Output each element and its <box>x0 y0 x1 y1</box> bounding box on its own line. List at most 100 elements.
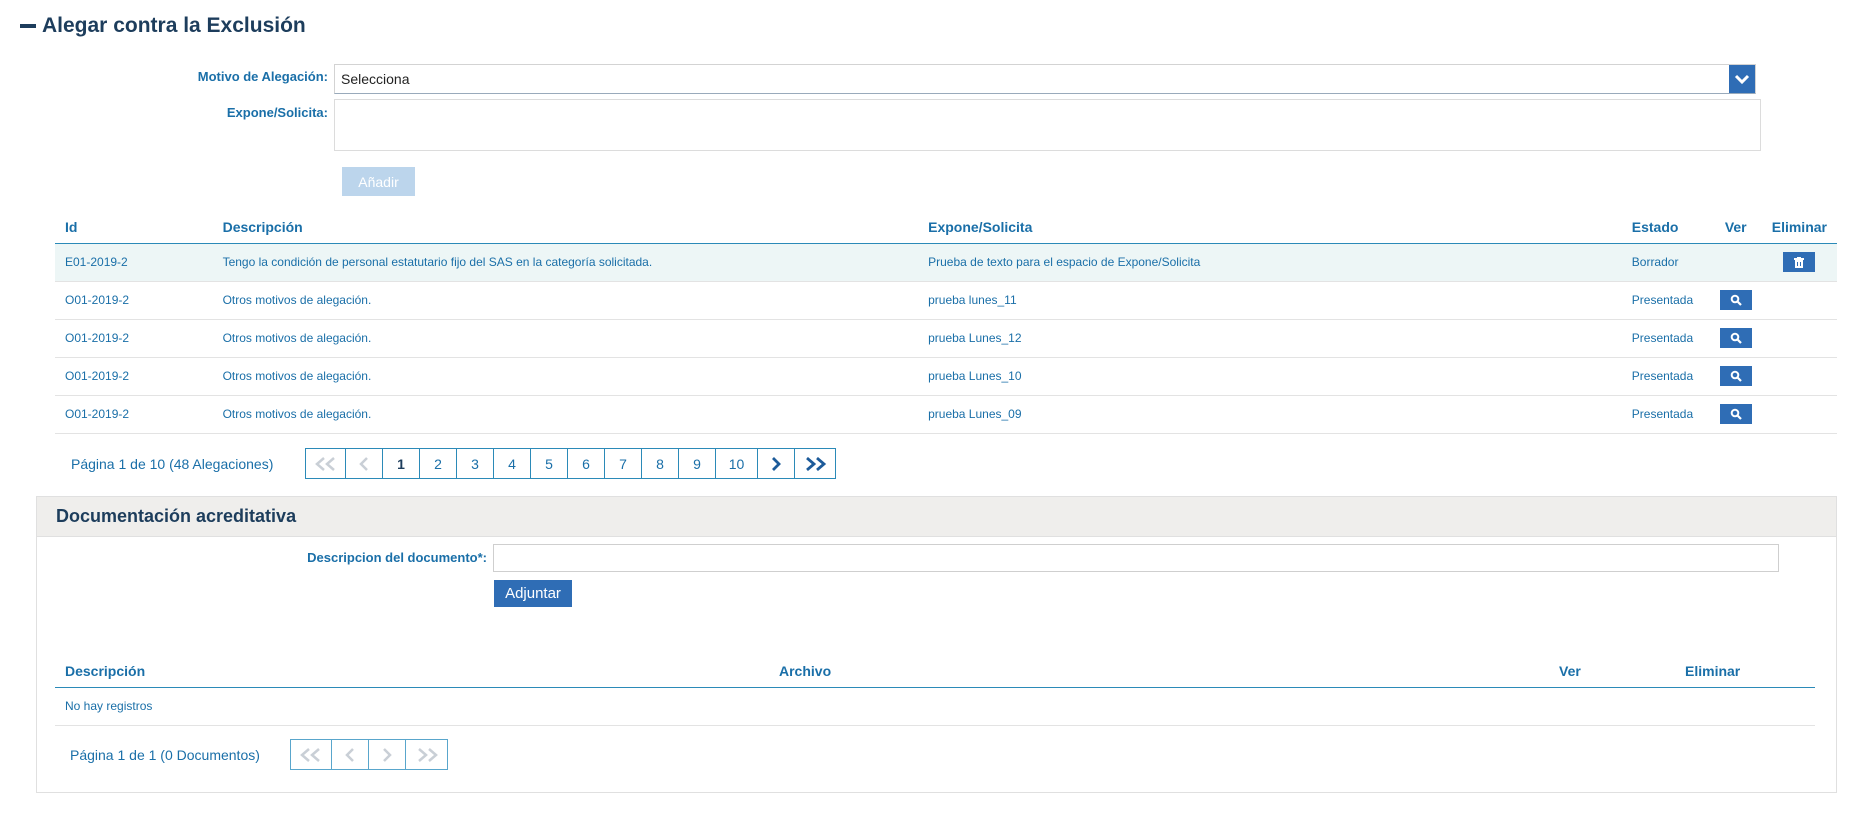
page-10-button[interactable]: 10 <box>716 449 758 478</box>
cell-ver <box>1709 243 1762 282</box>
last-page-button[interactable] <box>795 449 835 478</box>
first-page-button[interactable] <box>291 740 332 769</box>
documentos-pager <box>290 739 448 770</box>
motivo-label: Motivo de Alegación: <box>197 69 328 84</box>
expone-label: Expone/Solicita: <box>226 105 328 120</box>
documentos-table: Descripción Archivo Ver Eliminar No hay … <box>55 655 1815 726</box>
alegaciones-table: Id Descripción Expone/Solicita Estado Ve… <box>55 211 1837 434</box>
table-row[interactable]: O01-2019-2 Otros motivos de alegación. p… <box>55 395 1837 434</box>
column-header-ver: Ver <box>1709 211 1762 244</box>
empty-message: No hay registros <box>55 687 1815 726</box>
chevron-left-icon <box>359 456 368 471</box>
table-row[interactable]: O01-2019-2 Otros motivos de alegación. p… <box>55 319 1837 358</box>
page-6-button[interactable]: 6 <box>568 449 605 478</box>
minus-icon[interactable] <box>20 24 36 28</box>
cell-ver <box>1709 395 1762 434</box>
page-2-button[interactable]: 2 <box>420 449 457 478</box>
view-button[interactable] <box>1719 366 1752 386</box>
cell-expone: Prueba de texto para el espacio de Expon… <box>918 243 1622 282</box>
first-page-button[interactable] <box>306 449 346 478</box>
page-3-button[interactable]: 3 <box>457 449 494 478</box>
page-4-button[interactable]: 4 <box>494 449 531 478</box>
cell-descripcion: Otros motivos de alegación. <box>212 357 919 396</box>
cell-eliminar <box>1761 243 1837 282</box>
column-header-eliminar: Eliminar <box>1675 655 1815 688</box>
cell-expone: prueba Lunes_12 <box>918 319 1622 358</box>
attach-button[interactable]: Adjuntar <box>494 580 572 607</box>
section-title: Alegar contra la Exclusión <box>42 14 306 37</box>
cell-eliminar <box>1761 319 1837 358</box>
chevron-left-icon <box>345 747 354 762</box>
cell-eliminar <box>1761 357 1837 396</box>
section-header[interactable]: Alegar contra la Exclusión <box>20 14 306 38</box>
motivo-select-value: Selecciona <box>341 71 410 87</box>
double-chevron-left-icon <box>314 456 335 471</box>
cell-eliminar <box>1761 395 1837 434</box>
column-header-expone[interactable]: Expone/Solicita <box>918 211 1622 244</box>
table-row: No hay registros <box>55 687 1815 726</box>
chevron-right-icon <box>772 456 781 471</box>
table-row[interactable]: E01-2019-2 Tengo la condición de persona… <box>55 243 1837 282</box>
prev-page-button[interactable] <box>346 449 383 478</box>
page-5-button[interactable]: 5 <box>531 449 568 478</box>
cell-ver <box>1709 319 1762 358</box>
search-icon <box>1730 408 1742 420</box>
search-icon <box>1730 370 1742 382</box>
search-icon <box>1730 332 1742 344</box>
page-1-button[interactable]: 1 <box>383 449 420 478</box>
cell-estado: Borrador <box>1621 243 1710 282</box>
next-page-button[interactable] <box>369 740 406 769</box>
column-header-archivo[interactable]: Archivo <box>769 655 1549 688</box>
double-chevron-left-icon <box>300 747 320 762</box>
cell-id: O01-2019-2 <box>55 357 213 396</box>
table-row[interactable]: O01-2019-2 Otros motivos de alegación. p… <box>55 281 1837 320</box>
trash-icon <box>1794 256 1805 268</box>
column-header-ver: Ver <box>1549 655 1675 688</box>
search-icon <box>1730 294 1742 306</box>
cell-ver <box>1709 281 1762 320</box>
cell-estado: Presentada <box>1621 395 1710 434</box>
column-header-descripcion[interactable]: Descripción <box>212 211 919 244</box>
cell-id: E01-2019-2 <box>55 243 213 282</box>
cell-id: O01-2019-2 <box>55 281 213 320</box>
documentacion-header: Documentación acreditativa <box>37 497 1836 537</box>
column-header-descripcion[interactable]: Descripción <box>55 655 769 688</box>
cell-id: O01-2019-2 <box>55 395 213 434</box>
next-page-button[interactable] <box>758 449 795 478</box>
column-header-estado[interactable]: Estado <box>1621 211 1710 244</box>
delete-button[interactable] <box>1783 252 1816 272</box>
column-header-id[interactable]: Id <box>55 211 213 244</box>
documentos-pager-info: Página 1 de 1 (0 Documentos) <box>70 747 260 763</box>
table-header-row: Descripción Archivo Ver Eliminar <box>55 655 1815 688</box>
alegaciones-pager: 1 2 3 4 5 6 7 8 9 10 <box>305 448 836 479</box>
documentacion-title: Documentación acreditativa <box>56 506 297 526</box>
prev-page-button[interactable] <box>332 740 369 769</box>
cell-expone: prueba Lunes_10 <box>918 357 1622 396</box>
alegaciones-pager-info: Página 1 de 10 (48 Alegaciones) <box>71 456 274 472</box>
chevron-down-icon[interactable] <box>1729 65 1755 93</box>
page-9-button[interactable]: 9 <box>679 449 716 478</box>
page-8-button[interactable]: 8 <box>642 449 679 478</box>
desc-documento-label: Descripcion del documento*: <box>307 550 487 565</box>
table-row[interactable]: O01-2019-2 Otros motivos de alegación. p… <box>55 357 1837 396</box>
cell-estado: Presentada <box>1621 319 1710 358</box>
desc-documento-input[interactable] <box>493 544 1779 572</box>
last-page-button[interactable] <box>406 740 447 769</box>
chevron-right-icon <box>383 747 392 762</box>
cell-estado: Presentada <box>1621 357 1710 396</box>
view-button[interactable] <box>1719 328 1752 348</box>
cell-expone: prueba Lunes_09 <box>918 395 1622 434</box>
expone-textarea[interactable] <box>334 99 1761 151</box>
motivo-select[interactable]: Selecciona <box>334 64 1756 94</box>
cell-descripcion: Otros motivos de alegación. <box>212 319 919 358</box>
cell-descripcion: Tengo la condición de personal estatutar… <box>212 243 919 282</box>
double-chevron-right-icon <box>806 456 827 471</box>
cell-id: O01-2019-2 <box>55 319 213 358</box>
view-button[interactable] <box>1719 404 1752 424</box>
cell-estado: Presentada <box>1621 281 1710 320</box>
view-button[interactable] <box>1719 290 1752 310</box>
page-7-button[interactable]: 7 <box>605 449 642 478</box>
add-button[interactable]: Añadir <box>342 167 415 196</box>
cell-expone: prueba lunes_11 <box>918 281 1622 320</box>
table-header-row: Id Descripción Expone/Solicita Estado Ve… <box>55 211 1837 244</box>
